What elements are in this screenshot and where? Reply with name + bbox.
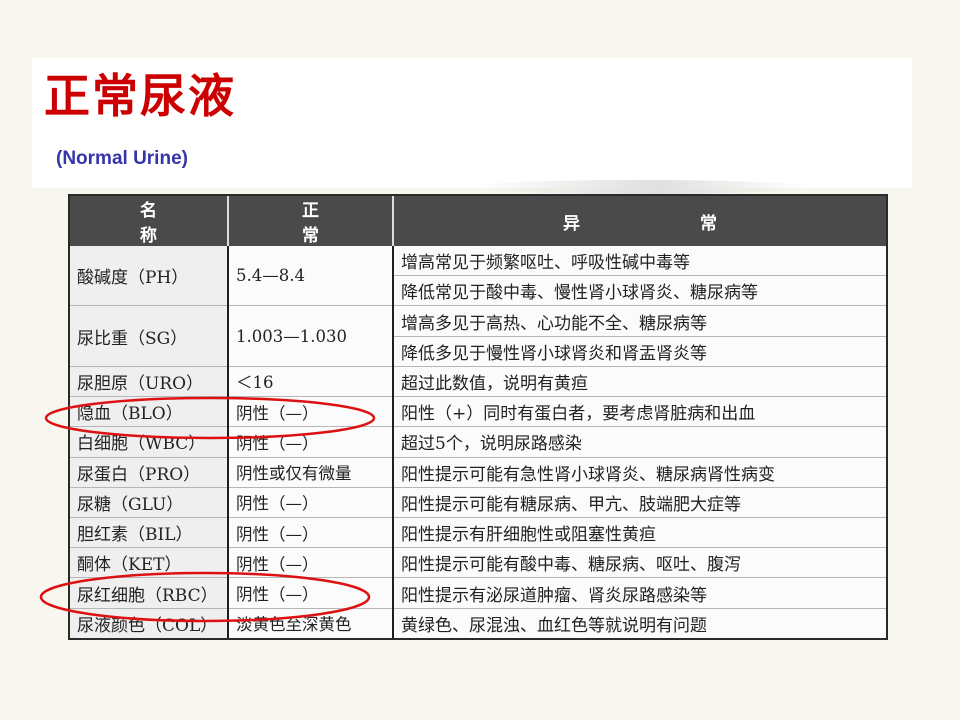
- table-row-bil: 胆红素（BIL） 阴性（—） 阳性提示有肝细胞性或阻塞性黄疸: [70, 517, 886, 549]
- row-abnormal: 降低常见于酸中毒、慢性肾小球肾炎、糖尿病等: [393, 275, 886, 307]
- row-name: 尿红细胞（RBC）: [70, 577, 229, 609]
- row-normal: ＜16: [228, 366, 394, 398]
- row-name: 酮体（KET）: [70, 547, 229, 579]
- row-abnormal: 阳性提示有肝细胞性或阻塞性黄疸: [393, 517, 886, 549]
- table-row-pro: 尿蛋白（PRO） 阴性或仅有微量 阳性提示可能有急性肾小球肾炎、糖尿病肾性病变: [70, 457, 886, 488]
- row-abnormal: 超过5个，说明尿路感染: [393, 426, 886, 458]
- row-normal: 阴性（—）: [228, 487, 394, 518]
- row-normal: 阴性（—）: [228, 547, 394, 579]
- row-normal: 阴性（—）: [228, 396, 394, 428]
- table-row-wbc: 白细胞（WBC） 阴性（—） 超过5个，说明尿路感染: [70, 426, 886, 458]
- row-abnormal: 黄绿色、尿混浊、血红色等就说明有问题: [401, 615, 707, 636]
- page-title: 正常尿液: [44, 69, 236, 123]
- row-abnormal: 阳性（+）同时有蛋白者，要考虑肾脏病和出血: [393, 396, 886, 428]
- row-name: 尿液颜色（COL）: [70, 608, 229, 638]
- table-row-blo: 隐血（BLO） 阴性（—） 阳性（+）同时有蛋白者，要考虑肾脏病和出血: [70, 396, 886, 428]
- table-row-rbc: 尿红细胞（RBC） 阴性（—） 阳性提示有泌尿道肿瘤、肾炎尿路感染等: [70, 577, 886, 609]
- urine-test-table: 名称 正常 异常 酸碱度（PH） 5.4—8.4 增高常见于频繁呕吐、呼吸性碱中…: [68, 194, 888, 640]
- decorative-shine: [470, 180, 810, 194]
- row-abnormal: 阳性提示可能有糖尿病、甲亢、肢端肥大症等: [393, 487, 886, 518]
- row-normal: 阴性（—）: [228, 577, 394, 609]
- table-row-col: 尿液颜色（COL） 淡黄色至深黄色 黄绿色、尿混浊、血红色等就说明有问题: [70, 608, 886, 638]
- header-normal: 正常: [228, 196, 394, 246]
- row-abnormal: 超过此数值，说明有黄疸: [393, 366, 886, 398]
- row-name: 酸碱度（PH）: [70, 246, 229, 307]
- row-abnormal: 增高多见于高热、心功能不全、糖尿病等: [393, 305, 886, 337]
- row-abnormal: 阳性提示可能有酸中毒、糖尿病、呕吐、腹泻: [393, 547, 886, 579]
- row-abnormal: 阳性提示有泌尿道肿瘤、肾炎尿路感染等: [393, 577, 886, 609]
- table-row-ph: 酸碱度（PH） 5.4—8.4 增高常见于频繁呕吐、呼吸性碱中毒等: [70, 246, 886, 307]
- row-normal: 阴性（—）: [228, 426, 394, 458]
- row-name: 隐血（BLO）: [70, 396, 229, 428]
- page-subtitle: (Normal Urine): [56, 148, 188, 169]
- row-abnormal: 降低多见于慢性肾小球肾炎和肾盂肾炎等: [393, 336, 886, 367]
- table-row-sg: 尿比重（SG） 1.003—1.030 增高多见于高热、心功能不全、糖尿病等: [70, 305, 886, 367]
- row-abnormal: 阳性提示可能有急性肾小球肾炎、糖尿病肾性病变: [393, 457, 886, 488]
- table-row-ket: 酮体（KET） 阴性（—） 阳性提示可能有酸中毒、糖尿病、呕吐、腹泻: [70, 547, 886, 579]
- table-row-uro: 尿胆原（URO） ＜16 超过此数值，说明有黄疸: [70, 366, 886, 398]
- row-name: 尿胆原（URO）: [70, 366, 229, 398]
- row-name: 胆红素（BIL）: [70, 517, 229, 549]
- row-normal: 1.003—1.030: [228, 305, 394, 367]
- row-name: 白细胞（WBC）: [70, 426, 229, 458]
- header-abnormal: 异常: [393, 196, 886, 246]
- row-name: 尿蛋白（PRO）: [70, 457, 229, 488]
- table-row-glu: 尿糖（GLU） 阴性（—） 阳性提示可能有糖尿病、甲亢、肢端肥大症等: [70, 487, 886, 518]
- row-name: 尿比重（SG）: [70, 305, 229, 367]
- row-abnormal: 增高常见于频繁呕吐、呼吸性碱中毒等: [393, 246, 886, 277]
- row-normal: 阴性（—）: [228, 517, 394, 549]
- header-name: 名称: [70, 196, 229, 246]
- row-name: 尿糖（GLU）: [70, 487, 229, 518]
- row-normal: 5.4—8.4: [228, 246, 394, 307]
- row-normal: 阴性或仅有微量: [228, 457, 394, 488]
- row-normal: 淡黄色至深黄色: [228, 608, 394, 638]
- table-header-row: 名称 正常 异常: [70, 196, 886, 246]
